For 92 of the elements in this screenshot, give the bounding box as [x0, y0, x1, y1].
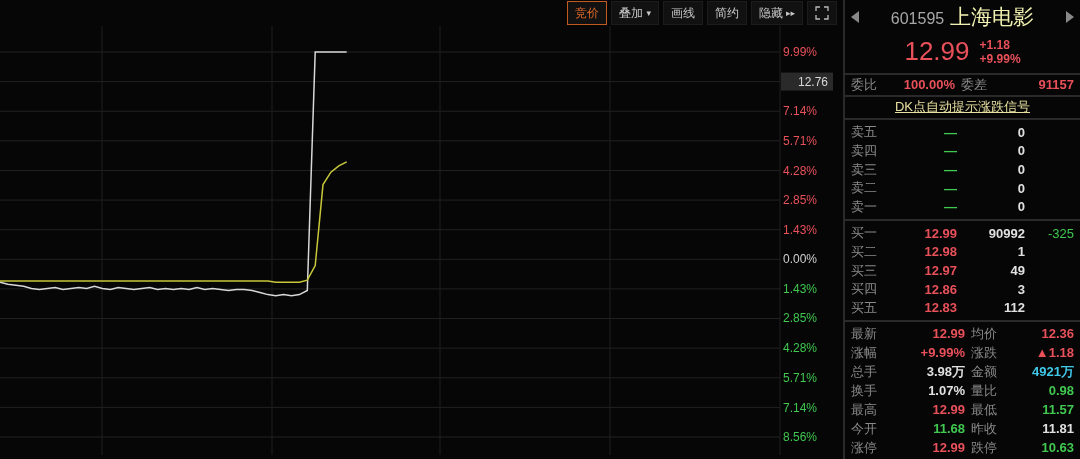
ask-price: —	[943, 180, 957, 196]
stat-value: 11.81	[1041, 420, 1074, 438]
axis-label: 4.28%	[783, 341, 818, 356]
stat-value: 11.57	[1041, 401, 1074, 419]
stat-label: 量比	[971, 381, 998, 400]
stat-label: 涨停	[851, 438, 878, 457]
bid-volume: 3	[1016, 281, 1025, 297]
fullscreen-icon	[815, 6, 829, 20]
bid-label: 买四	[851, 280, 878, 299]
bid-label: 买一	[851, 224, 878, 243]
signal-link[interactable]: DK点自动提示涨跌信号	[894, 98, 1031, 117]
stat-value: ▲1.18	[1034, 344, 1074, 362]
axis-label: 7.14%	[783, 104, 818, 119]
ask-price: —	[943, 199, 957, 215]
stat-label: 金额	[971, 362, 998, 381]
ask-volume: 0	[1016, 143, 1025, 159]
ask-volume: 0	[1016, 162, 1025, 178]
stat-label: 换手	[851, 381, 878, 400]
stat-value: 12.36	[1040, 325, 1074, 343]
bid-price: 12.99	[923, 225, 957, 241]
ask-label: 卖三	[851, 160, 878, 179]
stat-value: +9.99%	[919, 344, 965, 362]
bid-label: 买三	[851, 261, 878, 280]
bid-volume: 49	[1009, 263, 1025, 278]
axis-label: 7.14%	[783, 400, 818, 415]
bid-label: 买五	[851, 298, 878, 317]
stat-label: 涨幅	[851, 343, 878, 362]
bid-price: 12.86	[923, 281, 957, 297]
stat-value: 3.98万	[925, 362, 965, 381]
bid-volume: 112	[1003, 300, 1025, 316]
stat-value: 12.99	[931, 439, 965, 457]
stat-label: 均价	[971, 324, 998, 343]
axis-label: 5.71%	[783, 133, 818, 148]
axis-label: 2.85%	[783, 193, 818, 208]
stat-value: 12.99	[931, 325, 965, 343]
ask-volume: 0	[1016, 199, 1025, 215]
ask-label: 卖四	[851, 141, 878, 160]
stock-code: 601595	[890, 10, 945, 27]
axis-label: 5.71%	[783, 370, 818, 385]
field-label: 委比	[851, 75, 878, 94]
stat-value: 10.63	[1040, 439, 1074, 457]
field-value: 91157	[1037, 77, 1074, 93]
stat-label: 最新	[851, 324, 878, 343]
stock-name: 上海电影	[950, 5, 1035, 28]
change-percent: +9.99%	[979, 51, 1021, 66]
ask-label: 卖五	[851, 123, 878, 142]
stat-label: 最高	[851, 400, 878, 419]
bid-volume: 90992	[987, 225, 1025, 241]
ask-price: —	[943, 124, 957, 140]
toolbar-button[interactable]: 简约	[706, 1, 747, 25]
stat-label: 今开	[851, 419, 878, 438]
stat-value: 12.99	[931, 401, 965, 419]
field-label: 委差	[961, 75, 988, 94]
toolbar-button[interactable]: 隐藏 ▸▸	[750, 1, 803, 25]
axis-label: 1.43%	[783, 282, 818, 296]
ask-volume: 0	[1016, 180, 1025, 196]
stat-label: 昨收	[971, 419, 998, 438]
stat-label: 跌停	[971, 438, 998, 457]
bid-price: 12.97	[923, 263, 957, 278]
ask-volume: 0	[1016, 124, 1025, 140]
ask-price: —	[943, 162, 957, 178]
stat-value: 0.98	[1047, 382, 1074, 400]
toolbar-button[interactable]: 竞价	[567, 1, 608, 25]
toolbar-button[interactable]: 叠加 ▾	[611, 1, 659, 25]
stat-label: 涨跌	[971, 343, 998, 362]
axis-label: 2.85%	[783, 311, 818, 326]
bid-price: 12.83	[923, 300, 957, 316]
price-tag: 12.76	[781, 72, 833, 91]
stat-value: 11.68	[932, 420, 965, 438]
axis-label: 9.99%	[783, 45, 818, 59]
toolbar-button[interactable]: 画线	[662, 1, 703, 25]
axis-label: 4.28%	[783, 163, 818, 178]
bid-price: 12.98	[923, 244, 957, 260]
axis-label: 1.43%	[783, 222, 818, 237]
stat-label: 总手	[851, 362, 878, 381]
volume-change: -325	[1046, 225, 1074, 241]
ask-label: 卖二	[851, 179, 878, 198]
stat-value: 4921万	[1031, 362, 1074, 381]
left-arrow-icon[interactable]	[851, 11, 860, 23]
ask-price: —	[943, 143, 957, 159]
stat-value: 1.07%	[927, 382, 965, 400]
price-change: +1.18	[979, 37, 1011, 52]
right-arrow-icon[interactable]	[1065, 11, 1074, 23]
ask-label: 卖一	[851, 197, 878, 216]
bid-label: 买二	[851, 242, 878, 261]
current-price: 12.99	[904, 36, 970, 67]
bid-volume: 1	[1016, 244, 1025, 260]
axis-label: 0.00%	[783, 252, 818, 267]
field-value: 100.00%	[902, 77, 955, 93]
fullscreen-button[interactable]	[807, 1, 837, 25]
axis-label: 8.56%	[783, 430, 818, 444]
stat-label: 最低	[971, 400, 998, 419]
